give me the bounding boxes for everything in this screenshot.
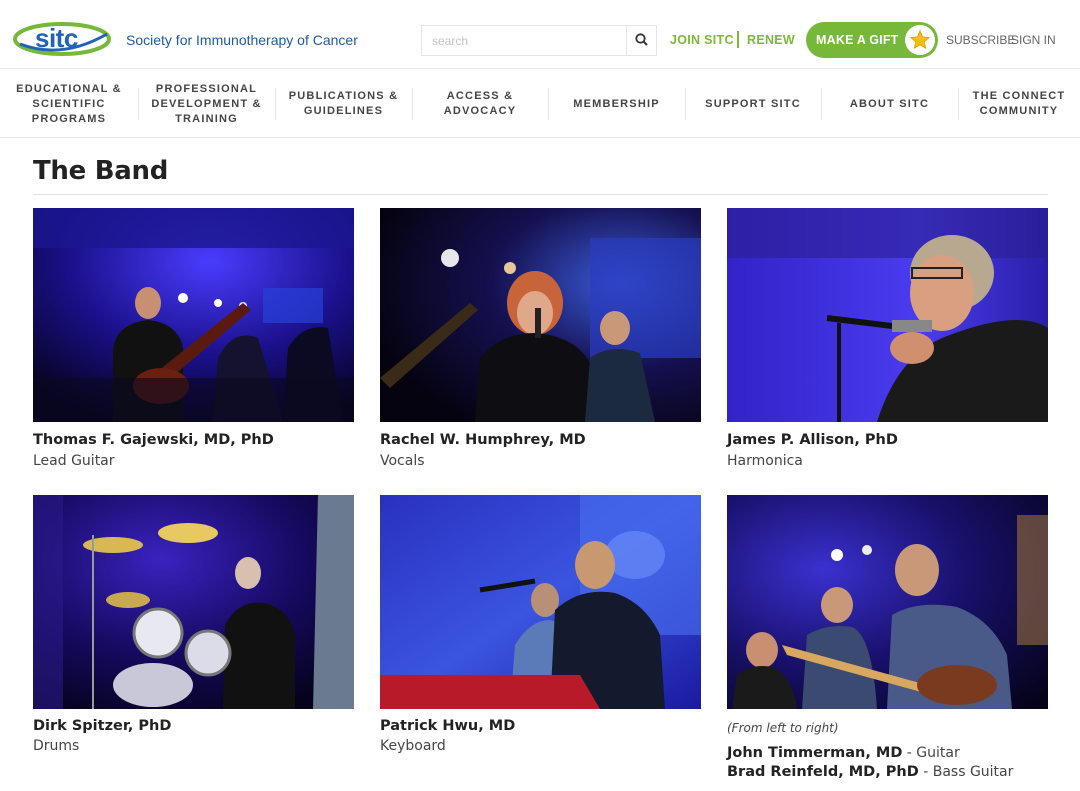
member-name: Dirk Spitzer, PhD [33,718,172,734]
member-instrument: - Guitar [902,745,960,761]
member-name: Thomas F. Gajewski, MD, PhD [33,432,274,448]
nav-membership[interactable]: MEMBERSHIP [548,69,685,139]
search-button[interactable] [626,26,656,55]
nav-publications-guidelines[interactable]: PUBLICATIONS & GUIDELINES [275,69,412,139]
member-instrument: Harmonica [727,453,803,469]
photo-caption-note: (From left to right) [727,721,839,735]
subscribe-link[interactable]: SUBSCRIBE [946,33,1015,47]
make-a-gift-button[interactable]: MAKE A GIFT [806,22,938,58]
nav-educational-scientific-programs[interactable]: EDUCATIONAL & SCIENTIFIC PROGRAMS [0,69,138,139]
member-name: Brad Reinfeld, MD, PhD [727,764,919,780]
member-name: Patrick Hwu, MD [380,718,516,734]
search-icon [635,31,648,50]
member-instrument: Lead Guitar [33,453,115,469]
title-divider [33,194,1048,195]
gift-label: MAKE A GIFT [816,33,899,47]
band-member-photo [380,208,701,422]
member-name: James P. Allison, PhD [727,432,898,448]
band-member-photo [727,495,1048,709]
band-member-photo [727,208,1048,422]
sign-in-link[interactable]: SIGN IN [1011,33,1056,47]
org-name[interactable]: Society for Immunotherapy of Cancer [126,32,358,48]
search-input[interactable] [422,26,628,55]
nav-professional-development-training[interactable]: PROFESSIONAL DEVELOPMENT & TRAINING [138,69,275,139]
site-header: sitc Society for Immunotherapy of Cancer… [0,0,1080,68]
main-nav: EDUCATIONAL & SCIENTIFIC PROGRAMS PROFES… [0,68,1080,138]
star-icon [905,25,935,55]
nav-access-advocacy[interactable]: ACCESS & ADVOCACY [412,69,548,139]
logo-wordmark: sitc [35,23,78,53]
nav-about-sitc[interactable]: ABOUT SITC [821,69,958,139]
member-name-line: Brad Reinfeld, MD, PhD - Bass Guitar [727,764,1013,780]
member-instrument: Vocals [380,453,425,469]
member-name: John Timmerman, MD [727,745,903,761]
search-box [421,25,657,56]
member-name: Rachel W. Humphrey, MD [380,432,586,448]
nav-support-sitc[interactable]: SUPPORT SITC [685,69,821,139]
member-instrument: - Bass Guitar [918,764,1014,780]
nav-connect-community[interactable]: THE CONNECT COMMUNITY [958,69,1080,139]
band-member-photo [33,495,354,709]
page-title: The Band [33,156,169,186]
header-divider [737,31,739,48]
member-name-line: John Timmerman, MD - Guitar [727,745,960,761]
band-member-photo [380,495,701,709]
join-sitc-link[interactable]: JOIN SITC [670,33,734,47]
band-member-photo [33,208,354,422]
member-instrument: Drums [33,738,80,754]
member-instrument: Keyboard [380,738,446,754]
renew-link[interactable]: RENEW [747,33,795,47]
